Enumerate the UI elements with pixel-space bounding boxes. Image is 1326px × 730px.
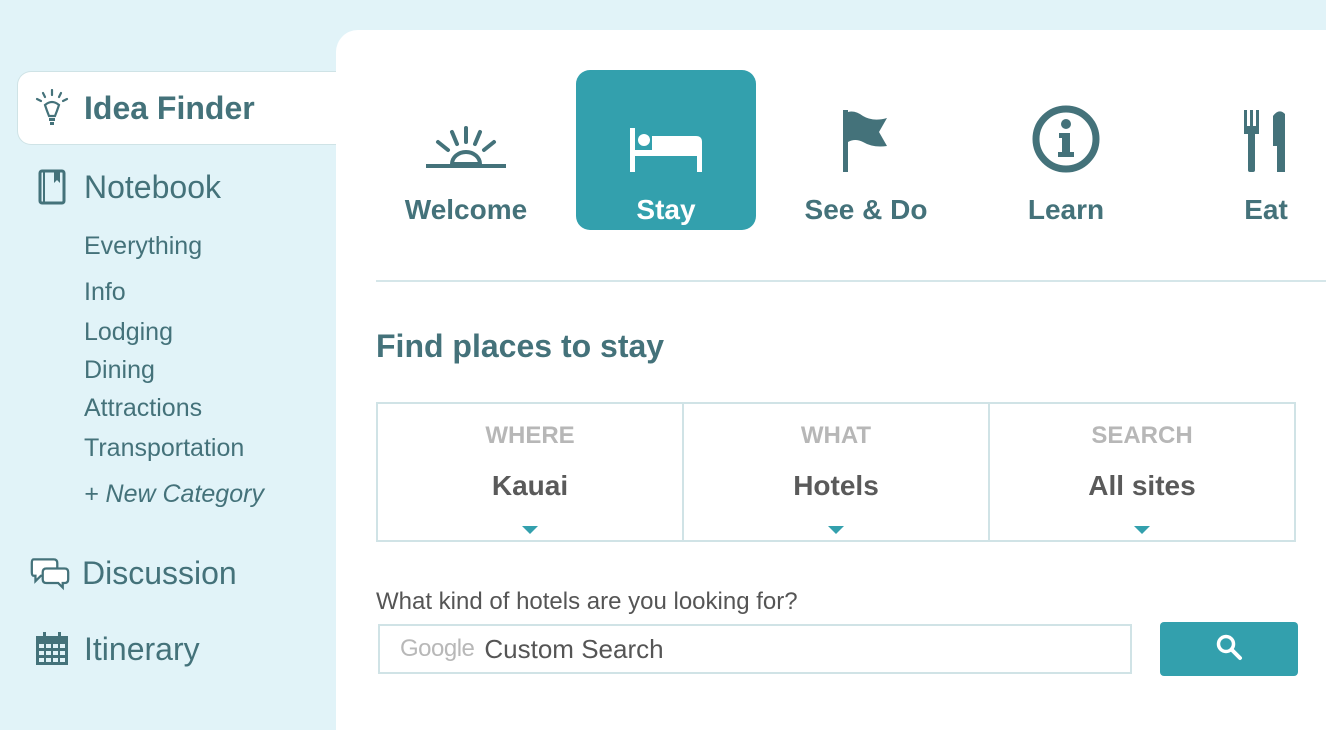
sidebar-item-notebook[interactable]: Notebook <box>32 164 221 210</box>
filter-label: SEARCH <box>1091 422 1193 449</box>
notebook-item-attractions[interactable]: Attractions <box>84 394 202 423</box>
new-category-link[interactable]: + New Category <box>84 480 264 509</box>
notebook-item-everything[interactable]: Everything <box>84 232 202 261</box>
caret-down-icon <box>828 526 844 534</box>
sidebar-item-itinerary[interactable]: Itinerary <box>32 626 200 672</box>
notebook-item-transportation[interactable]: Transportation <box>84 434 244 463</box>
tab-learn[interactable]: Learn <box>976 70 1156 230</box>
filter-value: Hotels <box>793 470 879 501</box>
search-icon <box>1215 633 1243 666</box>
filter-value: All sites <box>1088 470 1196 501</box>
chat-bubbles-icon <box>30 553 70 593</box>
notebook-item-info[interactable]: Info <box>84 278 126 307</box>
notebook-item-lodging[interactable]: Lodging <box>84 318 173 347</box>
fork-knife-icon <box>1241 84 1291 174</box>
main-panel: Welcome Stay See & Do Learn Eat Find pla… <box>336 30 1326 730</box>
google-logo: Google <box>400 635 475 662</box>
tab-eat[interactable]: Eat <box>1176 70 1326 230</box>
search-filters: WHERE Kauai WHAT Hotels SEARCH All sites <box>376 402 1296 542</box>
filter-value: Kauai <box>491 470 569 501</box>
sidebar-item-label: Itinerary <box>84 630 200 667</box>
search-placeholder: Custom Search <box>484 633 664 664</box>
tab-label: Stay <box>636 194 696 225</box>
sidebar-item-idea-finder[interactable]: Idea Finder <box>17 71 347 145</box>
bed-icon <box>628 84 704 174</box>
search-button[interactable] <box>1160 622 1298 676</box>
tab-label: See & Do <box>804 194 928 225</box>
calendar-icon <box>32 629 72 669</box>
sidebar-item-label: Idea Finder <box>84 89 255 126</box>
filter-search-dropdown[interactable]: SEARCH All sites <box>990 404 1294 540</box>
sidebar-item-discussion[interactable]: Discussion <box>30 550 237 596</box>
sidebar-item-label: Discussion <box>82 554 237 591</box>
tab-see-do[interactable]: See & Do <box>776 70 956 230</box>
divider <box>376 280 1326 282</box>
filter-label: WHAT <box>800 422 872 449</box>
tab-label: Eat <box>1244 194 1288 225</box>
tab-label: Learn <box>1027 194 1105 225</box>
caret-down-icon <box>522 526 538 534</box>
sidebar: Idea Finder Notebook Everything Info Lod… <box>0 0 347 700</box>
search-question: What kind of hotels are you looking for? <box>376 588 798 615</box>
notebook-icon <box>32 167 72 207</box>
info-icon <box>1031 84 1101 174</box>
filter-label: WHERE <box>485 422 575 449</box>
filter-what-dropdown[interactable]: WHAT Hotels <box>684 404 990 540</box>
flag-icon <box>841 84 891 174</box>
tab-welcome[interactable]: Welcome <box>376 70 556 230</box>
tab-label: Welcome <box>404 194 528 225</box>
search-input[interactable]: Google Custom Search <box>378 624 1132 674</box>
caret-down-icon <box>1134 526 1150 534</box>
tab-stay[interactable]: Stay <box>576 70 756 230</box>
notebook-item-dining[interactable]: Dining <box>84 356 155 385</box>
sidebar-item-label: Notebook <box>84 168 221 205</box>
lightbulb-icon <box>32 88 72 128</box>
filter-where-dropdown[interactable]: WHERE Kauai <box>378 404 684 540</box>
sunrise-icon <box>424 84 508 174</box>
section-title: Find places to stay <box>376 328 665 364</box>
